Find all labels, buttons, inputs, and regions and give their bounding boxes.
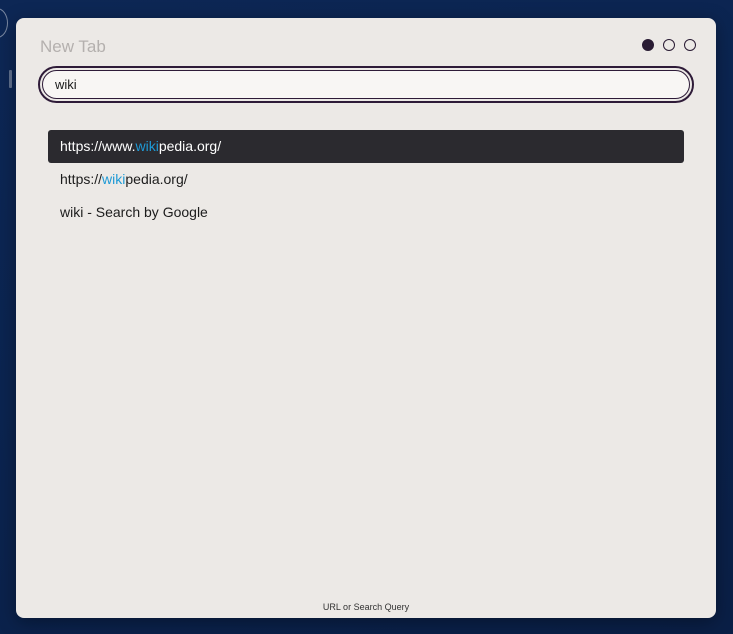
control-dot-1-icon[interactable] xyxy=(642,39,654,51)
new-tab-panel: New Tab https://www.wikipedia.org/ https… xyxy=(16,18,716,618)
url-search-input[interactable] xyxy=(42,70,690,99)
suggestion-suffix: pedia.org/ xyxy=(125,171,188,187)
suggestion-match: wiki xyxy=(135,138,159,154)
control-dot-3-icon[interactable] xyxy=(684,39,696,51)
search-field-frame xyxy=(38,66,694,103)
suggestion-suffix: pedia.org/ xyxy=(158,138,222,154)
suggestion-list: https://www.wikipedia.org/ https://wikip… xyxy=(48,130,684,229)
background-app-icon xyxy=(0,8,8,38)
window-controls xyxy=(642,39,696,51)
control-dot-2-icon[interactable] xyxy=(663,39,675,51)
input-hint: URL or Search Query xyxy=(322,602,410,612)
suggestion-item[interactable]: https://www.wikipedia.org/ xyxy=(48,130,684,163)
suggestion-match: wiki xyxy=(102,171,126,187)
panel-title: New Tab xyxy=(40,37,106,56)
suggestion-item[interactable]: https://wikipedia.org/ xyxy=(48,163,684,196)
suggestion-prefix: https://www. xyxy=(60,138,136,154)
suggestion-prefix: https:// xyxy=(60,171,103,187)
suggestion-item[interactable]: wiki - Search by Google xyxy=(48,196,684,229)
background-sidebar-handle xyxy=(9,70,12,88)
suggestion-text: wiki - Search by Google xyxy=(60,204,208,220)
